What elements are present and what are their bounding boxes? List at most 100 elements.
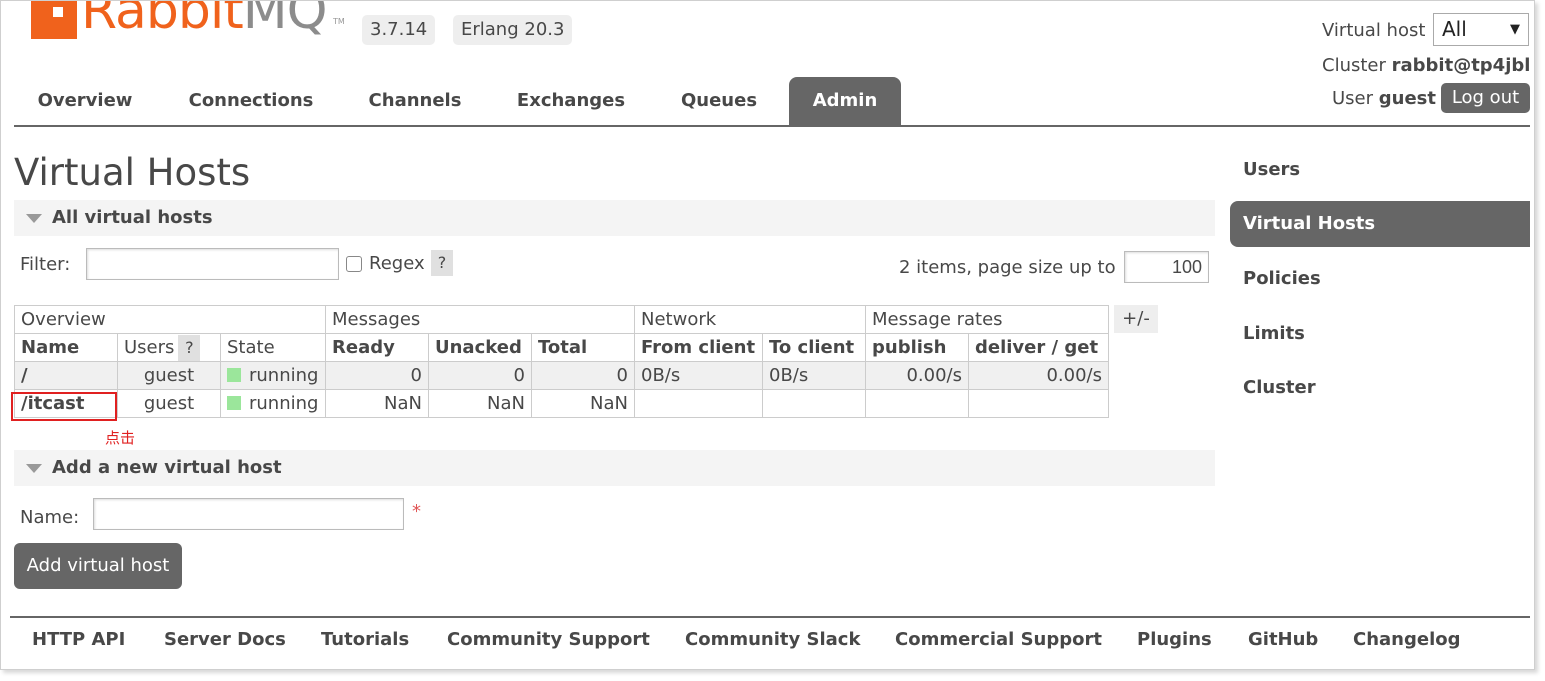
name-label: Name: (20, 507, 80, 528)
group-messages: Messages (325, 305, 635, 334)
toggle-columns-button[interactable]: +/- (1114, 305, 1158, 333)
version-badge: 3.7.14 (362, 15, 436, 45)
col-users[interactable]: Users? (117, 333, 221, 362)
col-deliver-get[interactable]: deliver / get (968, 333, 1109, 362)
items-count-text: 2 items, page size up to (899, 257, 1116, 278)
erlang-badge: Erlang 20.3 (453, 15, 573, 45)
vhost-total: 0 (531, 361, 635, 390)
vhost-unacked: 0 (428, 361, 532, 390)
vhost-name-link[interactable]: / (14, 361, 118, 390)
vhost-state-label: running (249, 365, 319, 386)
section-heading: All virtual hosts (52, 207, 213, 228)
users-help-button[interactable]: ? (178, 334, 201, 361)
vhost-publish (865, 389, 969, 418)
sidebar-item-virtual-hosts[interactable]: Virtual Hosts (1230, 201, 1530, 247)
annotation-highlight-box (11, 392, 117, 421)
col-publish[interactable]: publish (865, 333, 969, 362)
footer-link-github[interactable]: GitHub (1248, 629, 1318, 650)
col-users-label: Users (124, 336, 175, 358)
sidebar-item-limits[interactable]: Limits (1230, 311, 1530, 357)
regex-label: Regex (369, 253, 425, 274)
vhost-state: running (220, 389, 326, 418)
vhost-users: guest (117, 389, 221, 418)
regex-checkbox[interactable] (346, 256, 362, 272)
virtual-hosts-table: Overview Messages Network Message rates … (14, 305, 1109, 418)
tab-queues[interactable]: Queues (664, 77, 774, 125)
footer-link-commercial-support[interactable]: Commercial Support (895, 629, 1102, 650)
logo-text: Rabbit (81, 0, 244, 41)
table-header-row: Name Users? State Ready Unacked Total Fr… (14, 333, 1109, 362)
page-title: Virtual Hosts (14, 151, 251, 194)
collapse-triangle-icon (26, 214, 42, 223)
cluster-info: Cluster rabbit@tp4jbl (1322, 55, 1530, 76)
footer-link-http-api[interactable]: HTTP API (32, 629, 125, 650)
col-total[interactable]: Total (531, 333, 635, 362)
vhost-to-client: 0B/s (762, 361, 866, 390)
required-mark: * (412, 501, 421, 522)
footer-link-tutorials[interactable]: Tutorials (321, 629, 409, 650)
main-nav-tabs: Overview Connections Channels Exchanges … (14, 77, 1530, 127)
running-status-icon (227, 396, 241, 410)
logo-text-mq: MQ (242, 0, 328, 41)
sidebar-item-policies[interactable]: Policies (1230, 256, 1530, 302)
group-overview: Overview (14, 305, 326, 334)
virtual-host-selected: All (1442, 17, 1467, 41)
regex-help-button[interactable]: ? (431, 250, 453, 276)
collapse-triangle-icon (26, 464, 42, 473)
add-virtual-host-section-toggle[interactable]: Add a new virtual host (14, 450, 1215, 486)
table-group-header-row: Overview Messages Network Message rates (14, 305, 1109, 334)
group-message-rates: Message rates (865, 305, 1109, 334)
section-heading: Add a new virtual host (52, 457, 282, 478)
filter-input[interactable] (86, 248, 339, 280)
footer-divider (10, 616, 1530, 618)
vhost-from-client (634, 389, 763, 418)
page-size-input[interactable] (1124, 251, 1209, 283)
vhost-to-client (762, 389, 866, 418)
tab-overview[interactable]: Overview (14, 77, 156, 125)
cluster-label: Cluster (1322, 55, 1386, 76)
footer-link-community-slack[interactable]: Community Slack (685, 629, 860, 650)
vhost-deliver-get: 0.00/s (968, 361, 1109, 390)
tab-connections[interactable]: Connections (174, 77, 328, 125)
tab-channels[interactable]: Channels (352, 77, 478, 125)
vhost-ready: NaN (325, 389, 429, 418)
vhost-unacked: NaN (428, 389, 532, 418)
running-status-icon (227, 368, 241, 382)
annotation-note: 点击 (105, 429, 136, 447)
vhost-from-client: 0B/s (634, 361, 763, 390)
filter-label: Filter: (20, 254, 71, 275)
all-virtual-hosts-section-toggle[interactable]: All virtual hosts (14, 200, 1215, 236)
vhost-total: NaN (531, 389, 635, 418)
col-unacked[interactable]: Unacked (428, 333, 532, 362)
virtual-host-select[interactable]: All ▼ (1433, 13, 1529, 46)
sidebar-item-users[interactable]: Users (1230, 147, 1530, 193)
col-ready[interactable]: Ready (325, 333, 429, 362)
vhost-name-input[interactable] (93, 498, 404, 530)
vhost-deliver-get (968, 389, 1109, 418)
vhost-state-label: running (249, 393, 319, 414)
tab-exchanges[interactable]: Exchanges (501, 77, 641, 125)
add-virtual-host-button[interactable]: Add virtual host (14, 543, 182, 589)
vhost-users: guest (117, 361, 221, 390)
logo-trademark: TM (333, 17, 345, 26)
cluster-name: rabbit@tp4jbl (1391, 55, 1531, 76)
vhost-ready: 0 (325, 361, 429, 390)
vhost-publish: 0.00/s (865, 361, 969, 390)
footer-link-community-support[interactable]: Community Support (447, 629, 650, 650)
virtual-host-label: Virtual host (1322, 20, 1426, 41)
table-row[interactable]: /itcast guest running NaN NaN NaN (14, 389, 1109, 418)
col-to-client[interactable]: To client (762, 333, 866, 362)
chevron-down-icon: ▼ (1510, 22, 1520, 37)
footer-link-server-docs[interactable]: Server Docs (164, 629, 286, 650)
col-from-client[interactable]: From client (634, 333, 763, 362)
vhost-state: running (220, 361, 326, 390)
app-window: RabbitMQ TM 3.7.14 Erlang 20.3 Virtual h… (0, 0, 1535, 670)
group-network: Network (634, 305, 866, 334)
footer-link-plugins[interactable]: Plugins (1137, 629, 1212, 650)
tab-admin[interactable]: Admin (789, 77, 901, 125)
table-row[interactable]: / guest running 0 0 0 0B/s 0B/s 0.00/s 0… (14, 361, 1109, 390)
sidebar-item-cluster[interactable]: Cluster (1230, 365, 1530, 411)
col-state[interactable]: State (220, 333, 326, 362)
footer-link-changelog[interactable]: Changelog (1353, 629, 1461, 650)
col-name[interactable]: Name (14, 333, 118, 362)
